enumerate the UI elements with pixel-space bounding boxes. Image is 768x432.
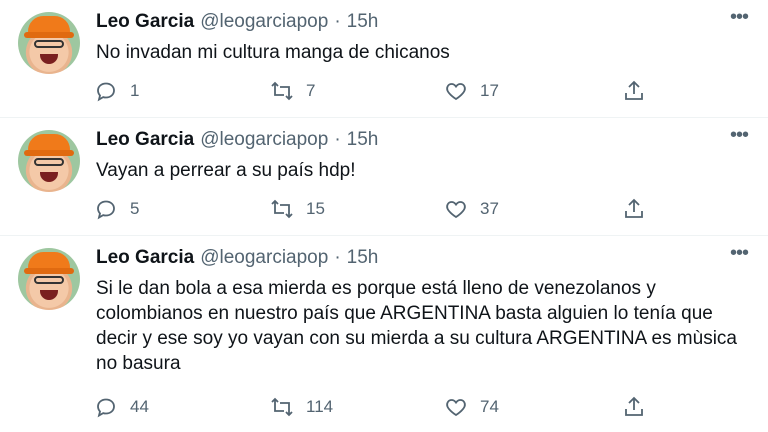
tweet-actions: 44 114 74 xyxy=(94,394,654,420)
retweet-button[interactable]: 7 xyxy=(270,78,315,104)
retweet-count: 7 xyxy=(306,81,316,100)
timestamp[interactable]: 15h xyxy=(347,11,379,32)
reply-icon xyxy=(97,200,115,220)
retweet-count: 15 xyxy=(306,199,325,218)
tweet-header: Leo Garcia @leogarciapop · 15h xyxy=(96,128,378,152)
separator-dot: · xyxy=(334,247,341,268)
display-name[interactable]: Leo Garcia xyxy=(96,11,194,32)
retweet-icon xyxy=(271,81,293,101)
share-button[interactable] xyxy=(622,78,658,104)
display-name[interactable]: Leo Garcia xyxy=(96,129,194,150)
share-button[interactable] xyxy=(622,394,658,420)
retweet-button[interactable]: 15 xyxy=(270,196,325,222)
tweet-header: Leo Garcia @leogarciapop · 15h xyxy=(96,246,378,270)
retweet-icon xyxy=(271,199,293,219)
display-name[interactable]: Leo Garcia xyxy=(96,247,194,268)
share-icon xyxy=(625,80,643,100)
reply-button[interactable]: 5 xyxy=(94,196,139,222)
tweet-text: No invadan mi cultura manga de chicanos xyxy=(96,42,450,63)
like-count: 37 xyxy=(480,199,499,218)
tweet-actions: 1 7 17 xyxy=(94,78,654,104)
like-count: 74 xyxy=(480,397,499,416)
tweet[interactable]: Leo Garcia @leogarciapop · 15h ••• No invad… xyxy=(0,0,768,118)
reply-count: 5 xyxy=(130,199,140,218)
username-handle[interactable]: @leogarciapop xyxy=(200,247,328,268)
tweet[interactable]: Leo Garcia @leogarciapop · 15h ••• Si le da… xyxy=(0,236,768,432)
share-icon xyxy=(625,198,643,218)
more-horizontal-icon[interactable]: ••• xyxy=(728,243,750,264)
like-count: 17 xyxy=(480,81,499,100)
like-button[interactable]: 74 xyxy=(444,394,499,420)
more-horizontal-icon[interactable]: ••• xyxy=(728,7,750,28)
avatar[interactable] xyxy=(18,248,80,310)
like-button[interactable]: 17 xyxy=(444,78,499,104)
heart-icon xyxy=(446,83,466,101)
retweet-button[interactable]: 114 xyxy=(270,394,333,420)
share-button[interactable] xyxy=(622,196,658,222)
avatar[interactable] xyxy=(18,12,80,74)
username-handle[interactable]: @leogarciapop xyxy=(200,11,328,32)
reply-button[interactable]: 44 xyxy=(94,394,149,420)
tweet[interactable]: Leo Garcia @leogarciapop · 15h ••• Vayan a … xyxy=(0,118,768,236)
timestamp[interactable]: 15h xyxy=(347,129,379,150)
separator-dot: · xyxy=(334,11,341,32)
retweet-icon xyxy=(271,397,293,417)
heart-icon xyxy=(446,201,466,219)
tweet-text: Si le dan bola a esa mierda es porque es… xyxy=(96,278,737,374)
more-horizontal-icon[interactable]: ••• xyxy=(728,125,750,146)
reply-count: 44 xyxy=(130,397,149,416)
like-button[interactable]: 37 xyxy=(444,196,499,222)
timestamp[interactable]: 15h xyxy=(347,247,379,268)
username-handle[interactable]: @leogarciapop xyxy=(200,129,328,150)
tweet-actions: 5 15 37 xyxy=(94,196,654,222)
retweet-count: 114 xyxy=(306,397,334,416)
reply-icon xyxy=(97,398,115,418)
heart-icon xyxy=(446,399,466,417)
share-icon xyxy=(625,396,643,416)
reply-count: 1 xyxy=(130,81,140,100)
reply-icon xyxy=(97,82,115,102)
tweet-text: Vayan a perrear a su país hdp! xyxy=(96,160,356,181)
separator-dot: · xyxy=(334,129,341,150)
reply-button[interactable]: 1 xyxy=(94,78,139,104)
avatar[interactable] xyxy=(18,130,80,192)
tweet-header: Leo Garcia @leogarciapop · 15h xyxy=(96,10,378,34)
